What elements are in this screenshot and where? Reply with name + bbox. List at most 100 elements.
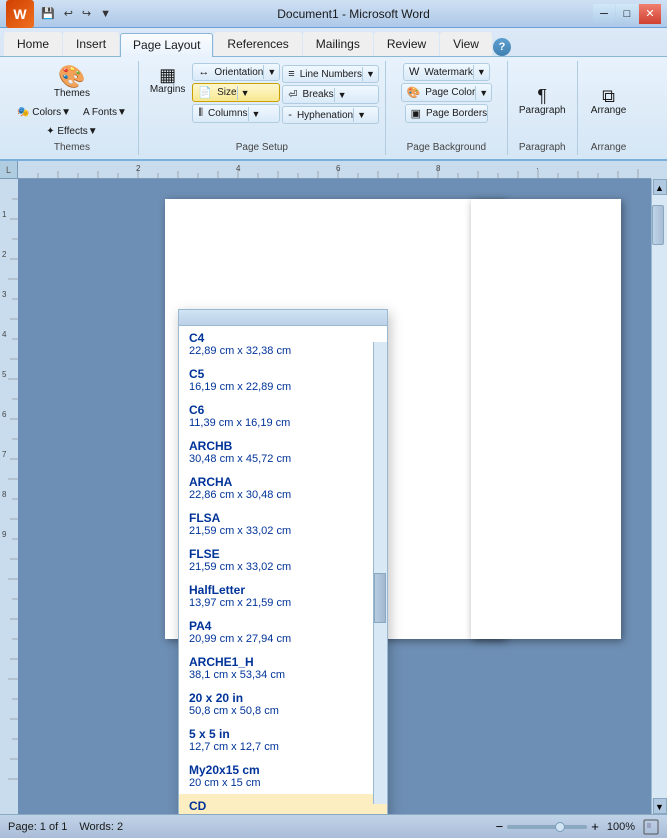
size-item-arche1_h[interactable]: ARCHE1_H38,1 cm x 53,34 cm xyxy=(179,650,387,686)
size-item-dims: 20,99 cm x 27,94 cm xyxy=(189,633,377,645)
qa-dropdown-btn[interactable]: ▼ xyxy=(97,6,114,22)
size-item-c6[interactable]: C611,39 cm x 16,19 cm xyxy=(179,398,387,434)
ruler-corner-label: L xyxy=(0,161,17,179)
svg-text:·: · xyxy=(536,164,539,173)
fonts-button[interactable]: A Fonts▼ xyxy=(78,104,132,121)
redo-quick-btn[interactable]: ↪ xyxy=(79,5,94,22)
size-item-archb[interactable]: ARCHB30,48 cm x 45,72 cm xyxy=(179,434,387,470)
line-numbers-arrow: ▼ xyxy=(362,67,378,81)
margins-button[interactable]: ▦ Margins xyxy=(145,63,191,98)
size-item-name: My20x15 cm xyxy=(189,763,377,777)
svg-text:7: 7 xyxy=(2,450,7,459)
paragraph-button[interactable]: ¶ Paragraph xyxy=(514,84,571,119)
page-color-button[interactable]: 🎨 Page Color ▼ xyxy=(401,83,493,102)
size-item-20-x-20-in[interactable]: 20 x 20 in50,8 cm x 50,8 cm xyxy=(179,686,387,722)
tab-references[interactable]: References xyxy=(214,32,301,56)
title-bar-left: W 💾 ↩ ↪ ▼ xyxy=(6,0,114,28)
horizontal-ruler: 2 4 6 8 · xyxy=(18,161,651,179)
maximize-button[interactable]: □ xyxy=(616,4,638,24)
scrollbar-track[interactable] xyxy=(652,195,667,798)
status-right: − + 100% xyxy=(496,819,659,835)
undo-quick-btn[interactable]: ↩ xyxy=(61,5,76,22)
zoom-plus-button[interactable]: + xyxy=(591,819,599,834)
ruler-markings: 2 4 6 8 · xyxy=(18,161,651,179)
breaks-label: Breaks xyxy=(302,89,333,100)
watermark-icon: W xyxy=(404,64,424,80)
orientation-button[interactable]: ↔ Orientation ▼ xyxy=(192,63,280,81)
size-item-dims: 22,89 cm x 32,38 cm xyxy=(189,345,377,357)
scrollbar-down-arrow[interactable]: ▼ xyxy=(653,798,667,814)
page-color-arrow: ▼ xyxy=(475,86,491,100)
tab-page-layout[interactable]: Page Layout xyxy=(120,33,213,57)
size-item-cd[interactable]: CD12 cm x 12 cm xyxy=(179,794,387,814)
size-item-flse[interactable]: FLSE21,59 cm x 33,02 cm xyxy=(179,542,387,578)
themes-button[interactable]: 🎨 Themes xyxy=(49,63,95,102)
hyphenation-icon: - xyxy=(283,107,297,123)
help-button[interactable]: ? xyxy=(493,38,511,56)
size-item-c5[interactable]: C516,19 cm x 22,89 cm xyxy=(179,362,387,398)
watermark-button[interactable]: W Watermark ▼ xyxy=(403,63,490,81)
words-info: Words: 2 xyxy=(79,821,123,833)
size-item-dims: 38,1 cm x 53,34 cm xyxy=(189,669,377,681)
page-color-label: Page Color xyxy=(425,87,475,98)
page-borders-button[interactable]: ▣ Page Borders xyxy=(405,104,489,123)
document-page-right xyxy=(471,199,621,639)
page-setup-group-label: Page Setup xyxy=(236,140,288,153)
size-button[interactable]: 📄 Size ▼ xyxy=(192,83,280,102)
size-item-dims: 30,48 cm x 45,72 cm xyxy=(189,453,377,465)
size-item-name: CD xyxy=(189,799,377,813)
margins-icon: ▦ xyxy=(159,66,176,84)
columns-arrow: ▼ xyxy=(248,107,264,121)
ribbon-tabs: Home Insert Page Layout References Maili… xyxy=(0,28,667,56)
size-item-name: ARCHA xyxy=(189,475,377,489)
paragraph-buttons: ¶ Paragraph xyxy=(514,63,571,140)
size-arrow: ▼ xyxy=(237,86,253,100)
scrollbar-up-arrow[interactable]: ▲ xyxy=(653,179,667,195)
size-scrollbar[interactable] xyxy=(373,342,387,804)
tab-insert[interactable]: Insert xyxy=(63,32,119,56)
zoom-track[interactable] xyxy=(507,825,587,829)
page-setup-group: ▦ Margins ↔ Orientation ▼ 📄 Size ▼ xyxy=(141,61,386,155)
close-button[interactable]: ✕ xyxy=(639,4,661,24)
line-numbers-icon: ≡ xyxy=(283,66,299,82)
tab-home[interactable]: Home xyxy=(4,32,62,56)
size-item-flsa[interactable]: FLSA21,59 cm x 33,02 cm xyxy=(179,506,387,542)
size-item-name: C4 xyxy=(189,331,377,345)
paragraph-group-label: Paragraph xyxy=(519,140,566,153)
orientation-label: Orientation xyxy=(214,67,263,78)
paragraph-group: ¶ Paragraph Paragraph xyxy=(510,61,578,155)
minimize-button[interactable]: ─ xyxy=(593,4,615,24)
hyphenation-button[interactable]: - Hyphenation ▼ xyxy=(282,106,379,124)
columns-button[interactable]: ⫴ Columns ▼ xyxy=(192,104,280,123)
svg-text:9: 9 xyxy=(2,530,7,539)
page-setup-buttons: ▦ Margins ↔ Orientation ▼ 📄 Size ▼ xyxy=(145,63,379,140)
tab-view[interactable]: View xyxy=(440,32,492,56)
hyphenation-label: Hyphenation xyxy=(297,110,353,121)
size-item-name: C6 xyxy=(189,403,377,417)
office-button[interactable]: W xyxy=(6,0,34,28)
zoom-minus-button[interactable]: − xyxy=(496,819,504,834)
scrollbar-thumb[interactable] xyxy=(652,205,664,245)
size-item-my20x15-cm[interactable]: My20x15 cm20 cm x 15 cm xyxy=(179,758,387,794)
size-item-name: 5 x 5 in xyxy=(189,727,377,741)
size-item-halfletter[interactable]: HalfLetter13,97 cm x 21,59 cm xyxy=(179,578,387,614)
tab-mailings[interactable]: Mailings xyxy=(303,32,373,56)
save-quick-btn[interactable]: 💾 xyxy=(38,5,58,22)
colors-button[interactable]: 🎭 Colors▼ xyxy=(12,104,76,121)
size-item-archa[interactable]: ARCHA22,86 cm x 30,48 cm xyxy=(179,470,387,506)
arrange-button[interactable]: ⧉ Arrange xyxy=(586,84,632,119)
svg-text:5: 5 xyxy=(2,370,7,379)
breaks-button[interactable]: ⏎ Breaks ▼ xyxy=(282,85,379,104)
size-label: Size xyxy=(217,87,236,98)
size-item-c4[interactable]: C422,89 cm x 32,38 cm xyxy=(179,326,387,362)
tab-review[interactable]: Review xyxy=(374,32,439,56)
size-item-pa4[interactable]: PA420,99 cm x 27,94 cm xyxy=(179,614,387,650)
arrange-group: ⧉ Arrange Arrange xyxy=(580,61,640,155)
effects-button[interactable]: ✦ Effects▼ xyxy=(41,123,102,140)
size-item-name: ARCHB xyxy=(189,439,377,453)
line-numbers-button[interactable]: ≡ Line Numbers ▼ xyxy=(282,65,379,83)
size-item-5-x-5-in[interactable]: 5 x 5 in12,7 cm x 12,7 cm xyxy=(179,722,387,758)
page-borders-label: Page Borders xyxy=(426,108,487,119)
vertical-scrollbar: ▲ ▼ xyxy=(651,179,667,814)
main-area: 1 2 3 4 5 6 7 8 9 C422,89 cm x 32,38 cmC… xyxy=(0,179,667,814)
